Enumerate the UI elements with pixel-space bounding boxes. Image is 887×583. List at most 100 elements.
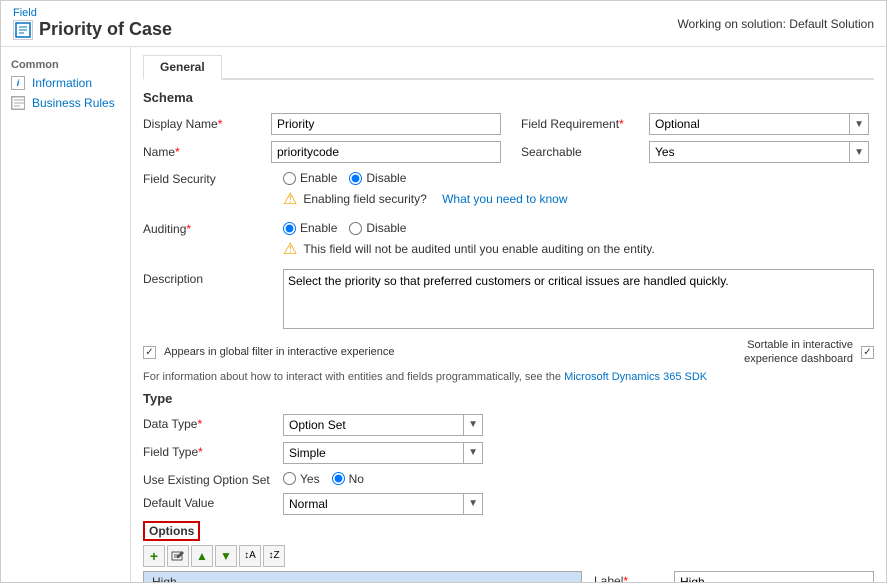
name-col: Name*	[143, 141, 501, 163]
options-section: Options + ▲ ▼ ↕A	[143, 521, 874, 582]
description-textarea[interactable]: Select the priority so that preferred cu…	[283, 269, 874, 329]
field-requirement-label: Field Requirement*	[521, 117, 641, 131]
display-name-row: Display Name* Field Requirement* Optiona…	[143, 113, 874, 135]
field-security-row: Field Security Enable Disable	[143, 169, 874, 213]
field-security-warning-row: ⚠ Enabling field security? What you need…	[283, 185, 874, 213]
options-header: Options	[143, 521, 874, 541]
display-name-input[interactable]	[271, 113, 501, 135]
field-security-link[interactable]: What you need to know	[442, 192, 567, 206]
page-title-icon	[13, 20, 33, 40]
use-existing-yes-radio[interactable]: Yes	[283, 472, 320, 486]
auditing-enable-radio[interactable]: Enable	[283, 221, 337, 235]
sidebar-common-section: Common	[1, 55, 130, 73]
auditing-warning-icon: ⚠	[283, 239, 297, 259]
display-name-label: Display Name*	[143, 117, 263, 131]
field-security-disable-input[interactable]	[349, 172, 362, 185]
sidebar: Common i Information	[1, 47, 131, 582]
searchable-dropdown[interactable]: Yes No ▼	[649, 141, 869, 163]
info-icon: i	[11, 77, 27, 89]
detail-label-input-container	[674, 571, 874, 582]
options-list: High Normal Low Critical	[143, 571, 582, 582]
auditing-label: Auditing*	[143, 219, 283, 236]
detail-label-label: Label*	[594, 571, 674, 582]
field-requirement-dropdown[interactable]: Optional Business Recommended Business R…	[649, 113, 869, 135]
auditing-radio-group: Enable Disable	[283, 219, 874, 235]
body-container: Common i Information	[1, 47, 886, 582]
detail-label-input[interactable]	[674, 571, 874, 582]
detail-label-row: Label*	[594, 571, 874, 582]
field-security-control: Enable Disable ⚠ Enabling field security…	[283, 169, 874, 213]
field-security-disable-radio[interactable]: Disable	[349, 171, 406, 185]
auditing-enable-input[interactable]	[283, 222, 296, 235]
sdk-link[interactable]: Microsoft Dynamics 365 SDK	[564, 371, 707, 383]
field-requirement-select[interactable]: Optional Business Recommended Business R…	[650, 114, 849, 134]
default-value-row: Default Value Normal High Low Critical ▼	[143, 493, 874, 515]
sidebar-item-information-label: Information	[32, 76, 92, 90]
name-row: Name* Searchable Yes No ▼	[143, 141, 874, 163]
field-type-arrow: ▼	[463, 443, 482, 463]
toolbar-add-btn[interactable]: +	[143, 545, 165, 567]
toolbar-up-btn[interactable]: ▲	[191, 545, 213, 567]
sortable-checkbox[interactable]	[861, 346, 874, 359]
use-existing-label: Use Existing Option Set	[143, 470, 283, 487]
searchable-select[interactable]: Yes No	[650, 142, 849, 162]
auditing-disable-input[interactable]	[349, 222, 362, 235]
global-filter-left: Appears in global filter in interactive …	[143, 345, 395, 359]
description-label: Description	[143, 269, 283, 286]
toolbar-down-btn[interactable]: ▼	[215, 545, 237, 567]
description-row: Description Select the priority so that …	[143, 269, 874, 332]
header-left: Field Priority of Case	[13, 7, 172, 40]
field-requirement-arrow: ▼	[849, 114, 868, 134]
field-security-enable-input[interactable]	[283, 172, 296, 185]
edit-icon	[171, 550, 185, 562]
page-title: Priority of Case	[13, 19, 172, 40]
default-value-control: Normal High Low Critical ▼	[283, 493, 874, 515]
global-filter-checkbox[interactable]	[143, 346, 156, 359]
searchable-label: Searchable	[521, 145, 641, 159]
sidebar-item-business-rules-label: Business Rules	[32, 96, 115, 110]
data-type-arrow: ▼	[463, 415, 482, 435]
options-container: High Normal Low Critical Label*	[143, 571, 874, 582]
field-security-label: Field Security	[143, 169, 283, 186]
field-type-dropdown[interactable]: Simple Calculated Rollup ▼	[283, 442, 483, 464]
breadcrumb: Field	[13, 7, 172, 19]
options-list-container: High Normal Low Critical	[143, 571, 582, 582]
field-requirement-col: Field Requirement* Optional Business Rec…	[521, 113, 874, 135]
field-type-select[interactable]: Simple Calculated Rollup	[284, 443, 463, 463]
name-input[interactable]	[271, 141, 501, 163]
content-area: General Schema Display Name* Field Requi…	[131, 47, 886, 582]
default-value-dropdown[interactable]: Normal High Low Critical ▼	[283, 493, 483, 515]
toolbar-edit-btn[interactable]	[167, 545, 189, 567]
use-existing-yes-input[interactable]	[283, 472, 296, 485]
toolbar-sort-az-btn[interactable]: ↕A	[239, 545, 261, 567]
tab-bar: General	[143, 55, 874, 80]
auditing-warning-row: ⚠ This field will not be audited until y…	[283, 235, 874, 263]
use-existing-radio-group: Yes No	[283, 470, 874, 486]
use-existing-no-radio[interactable]: No	[332, 472, 364, 486]
use-existing-no-input[interactable]	[332, 472, 345, 485]
auditing-control: Enable Disable ⚠ This field will not be …	[283, 219, 874, 263]
data-type-row: Data Type* Option Set Two Options Image …	[143, 414, 874, 436]
options-label: Options	[143, 521, 200, 541]
data-type-dropdown[interactable]: Option Set Two Options Image Whole Numbe…	[283, 414, 483, 436]
option-item-high[interactable]: High	[144, 572, 581, 582]
type-section: Type Data Type* Option Set Two Options I…	[143, 391, 874, 515]
data-type-label: Data Type*	[143, 414, 283, 431]
global-filter-label: Appears in global filter in interactive …	[164, 345, 395, 359]
working-on-label: Working on solution: Default Solution	[677, 17, 874, 31]
default-value-arrow: ▼	[463, 494, 482, 514]
field-type-control: Simple Calculated Rollup ▼	[283, 442, 874, 464]
schema-section-title: Schema	[143, 90, 874, 105]
sortable-label: Sortable in interactive experience dashb…	[693, 338, 853, 367]
field-type-row: Field Type* Simple Calculated Rollup ▼	[143, 442, 874, 464]
options-detail: Label* Value*	[594, 571, 874, 582]
sidebar-item-information[interactable]: i Information	[1, 73, 130, 93]
default-value-select[interactable]: Normal High Low Critical	[284, 494, 463, 514]
auditing-disable-radio[interactable]: Disable	[349, 221, 406, 235]
tab-general[interactable]: General	[143, 55, 222, 80]
field-security-enable-radio[interactable]: Enable	[283, 171, 337, 185]
global-filter-row: Appears in global filter in interactive …	[143, 338, 874, 367]
toolbar-sort-za-btn[interactable]: ↕Z	[263, 545, 285, 567]
sidebar-item-business-rules[interactable]: Business Rules	[1, 93, 130, 113]
data-type-select[interactable]: Option Set Two Options Image Whole Numbe…	[284, 415, 463, 435]
